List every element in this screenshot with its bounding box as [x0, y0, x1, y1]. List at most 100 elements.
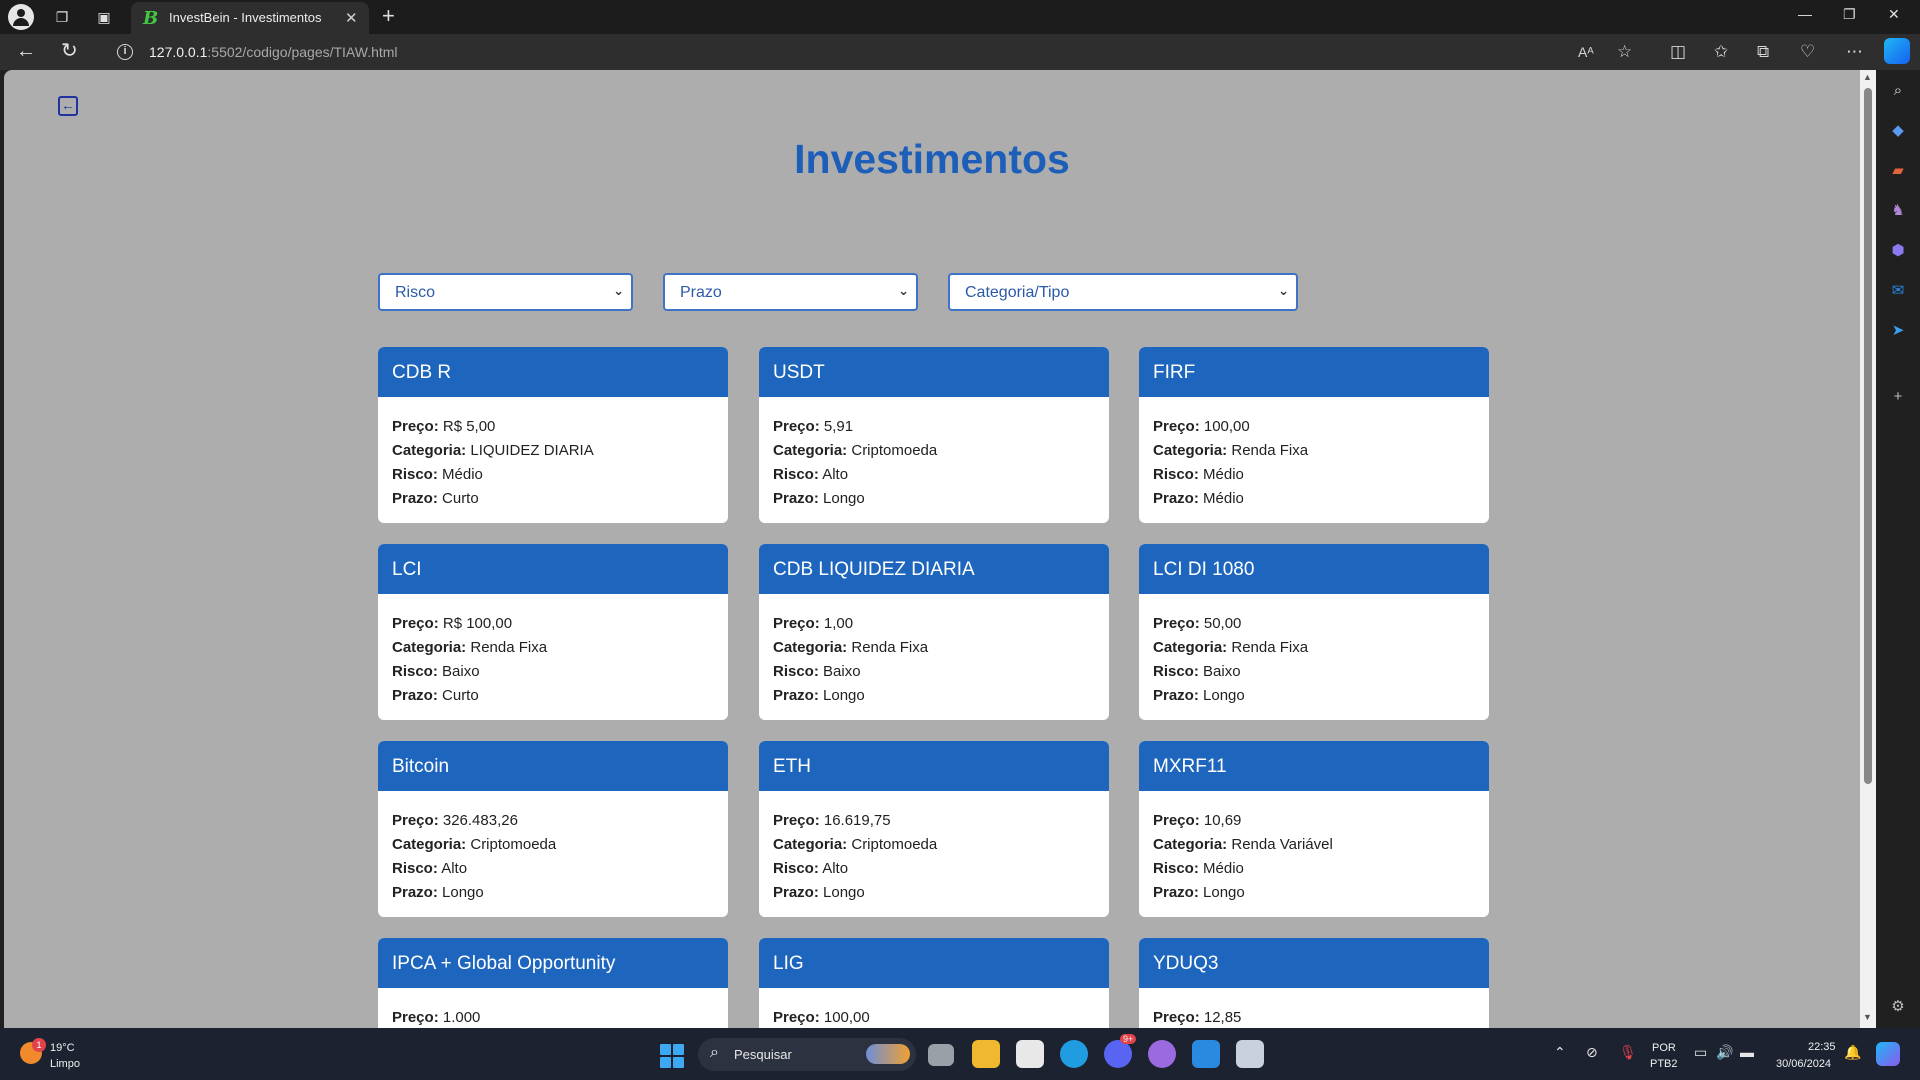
card-row-prazo: Prazo: Longo [1153, 684, 1489, 708]
shopping-tag-icon[interactable]: ◆ [1889, 122, 1907, 140]
tab-title: InvestBein - Investimentos [169, 10, 322, 25]
task-view-icon[interactable] [928, 1044, 954, 1066]
investment-card-title: FIRF [1139, 347, 1489, 397]
prazo-select[interactable]: Prazo ⌄ [663, 273, 918, 311]
clock-date[interactable]: 30/06/2024 [1776, 1058, 1831, 1070]
profile-icon[interactable] [8, 4, 34, 30]
card-value-categoria: Renda Fixa [1231, 639, 1309, 656]
site-info-icon[interactable]: i [117, 44, 133, 60]
file-explorer-icon[interactable] [972, 1040, 1000, 1068]
chevron-up-icon[interactable]: ⌃ [1554, 1044, 1566, 1061]
settings-icon[interactable]: ⚙ [1889, 998, 1907, 1016]
vscode-icon[interactable] [1192, 1040, 1220, 1068]
chevron-down-icon: ⌄ [1278, 283, 1289, 298]
url-field[interactable]: 127.0.0.1:5502/codigo/pages/TIAW.html [149, 44, 398, 60]
edge-browser-icon[interactable] [1060, 1040, 1088, 1068]
outlook-icon[interactable]: ✉ [1889, 282, 1907, 300]
investment-card-body: Preço: 326.483,26 Categoria: Criptomoeda R… [378, 791, 728, 905]
scrollbar-thumb[interactable] [1864, 88, 1872, 784]
investment-card-body: Preço: 10,69 Categoria: Renda Variável Ris… [1139, 791, 1489, 905]
investment-card[interactable]: MXRF11 Preço: 10,69 Categoria: Renda Variá… [1139, 741, 1489, 917]
categoria-select[interactable]: Categoria/Tipo ⌄ [948, 273, 1298, 311]
copilot-taskbar-icon[interactable] [1876, 1042, 1900, 1066]
investment-card[interactable]: LCI DI 1080 Preço: 50,00 Categoria: Renda … [1139, 544, 1489, 720]
investment-card[interactable]: IPCA + Global Opportunity Preço: 1.000 [378, 938, 728, 1028]
investment-card[interactable]: LIG Preço: 100,00 [759, 938, 1109, 1028]
tab-close-icon[interactable]: ✕ [345, 9, 358, 27]
risco-select[interactable]: Risco ⌄ [378, 273, 633, 311]
investment-card[interactable]: ETH Preço: 16.619,75 Categoria: Criptomoed… [759, 741, 1109, 917]
investment-card[interactable]: Bitcoin Preço: 326.483,26 Categoria: Cript… [378, 741, 728, 917]
card-label-risco: Risco: [392, 663, 438, 680]
investment-card[interactable]: USDT Preço: 5,91 Categoria: Criptomoeda Ris… [759, 347, 1109, 523]
microsoft-store-icon[interactable] [1016, 1040, 1044, 1068]
card-row-preco: Preço: 12,85 [1153, 1006, 1489, 1028]
display-icon[interactable]: ▭ [1694, 1044, 1707, 1061]
games-icon[interactable]: ♞ [1889, 202, 1907, 220]
close-window-icon[interactable]: ✕ [1888, 6, 1900, 23]
battery-icon[interactable]: ▬ [1740, 1044, 1754, 1060]
scroll-up-icon[interactable]: ▲ [1863, 72, 1872, 82]
restore-icon[interactable]: ❐ [1843, 6, 1856, 23]
scroll-down-icon[interactable]: ▼ [1863, 1012, 1872, 1022]
start-windows-icon[interactable] [660, 1044, 684, 1068]
weather-badge: 1 [32, 1038, 46, 1052]
clock-time[interactable]: 22:35 [1808, 1041, 1836, 1053]
favorite-star-icon[interactable]: ☆ [1617, 42, 1632, 62]
card-value-prazo: Longo [442, 884, 484, 901]
more-menu-icon[interactable]: ⋯ [1846, 42, 1863, 62]
browser-tab[interactable]: B InvestBein - Investimentos ✕ [131, 2, 369, 34]
vertical-tabs-icon[interactable]: ▣ [92, 6, 116, 28]
microphone-icon[interactable]: 🎙 [1619, 1044, 1637, 1061]
lang-top[interactable]: POR [1652, 1042, 1676, 1054]
notifications-bell-icon[interactable]: 🔔 [1844, 1044, 1861, 1061]
tools-icon[interactable]: ▰ [1889, 162, 1907, 180]
back-arrow-icon[interactable]: ← [58, 96, 78, 116]
collections-icon[interactable]: ⧉ [1757, 42, 1769, 62]
discord-icon[interactable] [1104, 1040, 1132, 1068]
minimize-icon[interactable]: — [1798, 6, 1812, 22]
card-label-categoria: Categoria: [773, 836, 848, 853]
investment-card-title: MXRF11 [1139, 741, 1489, 791]
card-value-preco: 326.483,26 [442, 812, 518, 829]
refresh-icon[interactable]: ↻ [61, 40, 78, 62]
card-label-categoria: Categoria: [1153, 639, 1228, 656]
card-label-risco: Risco: [773, 466, 819, 483]
chevron-down-icon: ⌄ [898, 283, 909, 298]
notepad-icon[interactable] [1236, 1040, 1264, 1068]
network-off-icon[interactable]: ⊘ [1586, 1044, 1598, 1061]
card-label-risco: Risco: [392, 860, 438, 877]
github-desktop-icon[interactable] [1148, 1040, 1176, 1068]
taskbar-search[interactable]: ⌕ Pesquisar [698, 1038, 916, 1071]
card-row-categoria: Categoria: Criptomoeda [392, 833, 728, 857]
url-path: :5502/codigo/pages/TIAW.html [207, 44, 398, 60]
card-value-categoria: Renda Fixa [1231, 442, 1309, 459]
copilot-icon[interactable] [1884, 38, 1910, 64]
add-icon[interactable]: + [1889, 388, 1907, 406]
copilot-designer-icon[interactable]: ⬢ [1889, 242, 1907, 260]
workspaces-icon[interactable]: ❐ [50, 6, 74, 28]
card-value-preco: 10,69 [1203, 812, 1242, 829]
read-aloud-icon[interactable]: Aᴬ [1578, 42, 1594, 62]
investment-card[interactable]: YDUQ3 Preço: 12,85 [1139, 938, 1489, 1028]
investment-card[interactable]: FIRF Preço: 100,00 Categoria: Renda Fixa Ri… [1139, 347, 1489, 523]
page-viewport: ← Investimentos Risco ⌄ Prazo ⌄ Categori… [4, 70, 1860, 1028]
card-value-risco: Médio [442, 466, 483, 483]
card-value-prazo: Longo [1203, 884, 1245, 901]
investment-card[interactable]: CDB LIQUIDEZ DIARIA Preço: 1,00 Categoria:… [759, 544, 1109, 720]
split-screen-icon[interactable]: ◫ [1670, 42, 1686, 62]
card-row-preco: Preço: 100,00 [773, 1006, 1109, 1028]
volume-icon[interactable]: 🔊 [1716, 1044, 1733, 1061]
search-icon[interactable]: ⌕ [1889, 82, 1907, 100]
browser-essentials-icon[interactable]: ♡ [1800, 42, 1815, 62]
lang-bottom[interactable]: PTB2 [1650, 1058, 1678, 1070]
back-icon[interactable]: ← [16, 40, 36, 62]
investment-card[interactable]: CDB R Preço: R$ 5,00 Categoria: LIQUIDEZ D… [378, 347, 728, 523]
new-tab-icon[interactable]: + [382, 5, 395, 27]
card-row-prazo: Prazo: Longo [1153, 881, 1489, 905]
investment-card[interactable]: LCI Preço: R$ 100,00 Categoria: Renda Fixa… [378, 544, 728, 720]
favorites-icon[interactable]: ✩ [1714, 42, 1728, 62]
card-value-prazo: Curto [442, 490, 479, 507]
risco-select-label: Risco [395, 284, 436, 301]
send-icon[interactable]: ➤ [1889, 322, 1907, 340]
